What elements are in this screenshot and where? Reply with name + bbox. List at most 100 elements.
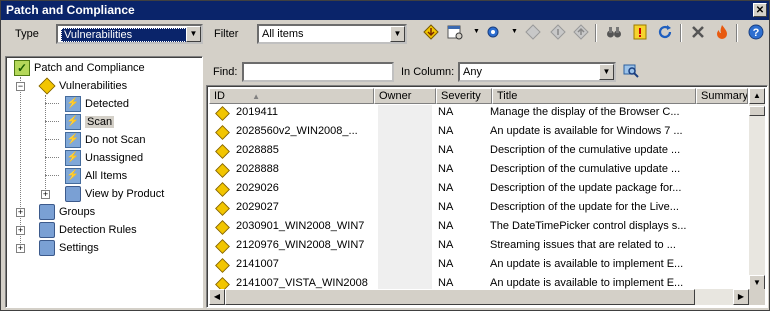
column-header-id[interactable]: ID ▲	[209, 88, 374, 104]
tree-item-groups[interactable]: Groups	[39, 203, 95, 221]
column-header-summary[interactable]: Summary	[696, 88, 748, 104]
expand-icon[interactable]: +	[16, 226, 25, 235]
tree-item-label: View by Product	[85, 188, 165, 200]
tree-item-settings[interactable]: Settings	[39, 239, 99, 257]
binoculars-icon[interactable]	[605, 23, 623, 41]
cell-id: 2029026	[236, 182, 279, 194]
tree-item-label: Detected	[85, 98, 130, 110]
cell-id: 2141007	[236, 258, 279, 270]
table-row[interactable]: 2030901_WIN2008_WIN7 NA The DateTimePick…	[209, 218, 748, 237]
groups-folder-icon	[39, 204, 55, 220]
tree-item-unassigned[interactable]: ⚡ Unassigned	[65, 149, 143, 167]
vulnerability-icon	[215, 125, 230, 140]
uninstall-icon[interactable]	[572, 23, 590, 41]
table-row[interactable]: 2029027 NA Description of the update for…	[209, 199, 748, 218]
sort-ascending-icon: ▲	[252, 92, 260, 101]
tree-item-all-items[interactable]: ⚡ All Items	[65, 167, 127, 185]
scroll-right-icon[interactable]: ▶	[733, 289, 749, 305]
tree-connector	[45, 103, 59, 104]
chevron-down-icon[interactable]: ▼	[390, 26, 405, 42]
chevron-down-icon[interactable]: ▼	[511, 28, 518, 35]
close-icon[interactable]: ✕	[753, 3, 767, 17]
cell-severity: NA	[438, 277, 454, 289]
rollback-icon[interactable]	[549, 23, 567, 41]
cell-severity: NA	[438, 163, 454, 175]
table-row[interactable]: 2028888 NA Description of the cumulative…	[209, 161, 748, 180]
filter-label: Filter	[214, 28, 239, 40]
delete-icon[interactable]	[689, 23, 707, 41]
vulnerability-icon	[215, 144, 230, 159]
in-column-label: In Column:	[401, 66, 455, 78]
window-title: Patch and Compliance	[6, 3, 135, 17]
chevron-down-icon[interactable]: ▼	[473, 28, 480, 35]
cell-title: Description of the cumulative update ...	[490, 144, 681, 156]
table-row[interactable]: 2141007 NA An update is available to imp…	[209, 256, 748, 275]
column-header-severity[interactable]: Severity	[436, 88, 492, 104]
cell-title: An update is available for Windows 7 ...	[490, 125, 683, 137]
find-label: Find:	[213, 66, 238, 78]
scroll-up-icon[interactable]: ▲	[749, 88, 765, 104]
tree-item-label: Scan	[85, 116, 115, 128]
find-input[interactable]	[242, 62, 394, 82]
cell-severity: NA	[438, 182, 454, 194]
in-column-select[interactable]: Any ▼	[458, 62, 616, 82]
scroll-left-icon[interactable]: ◀	[209, 289, 225, 305]
help-icon[interactable]: ?	[747, 23, 765, 41]
expand-icon[interactable]: +	[41, 190, 50, 199]
filter-select[interactable]: All items ▼	[257, 24, 407, 44]
table-row[interactable]: 2029026 NA Description of the update pac…	[209, 180, 748, 199]
download-icon[interactable]	[422, 23, 440, 41]
chevron-down-icon[interactable]: ▼	[599, 64, 614, 80]
column-header-title[interactable]: Title	[492, 88, 696, 104]
schedule-icon[interactable]	[446, 23, 464, 41]
tree-item-root[interactable]: ✓ Patch and Compliance	[14, 59, 145, 77]
in-column-value: Any	[463, 66, 482, 78]
cell-title: Streaming issues that are related to ...	[490, 239, 676, 251]
type-select-value: Vulnerabilities	[61, 28, 187, 42]
table-row[interactable]: 2019411 NA Manage the display of the Bro…	[209, 104, 748, 123]
horizontal-scrollbar[interactable]: ◀ ▶	[209, 289, 749, 305]
table-row[interactable]: 2028885 NA Description of the cumulative…	[209, 142, 748, 161]
cell-severity: NA	[438, 220, 454, 232]
cell-id: 2141007_VISTA_WIN2008	[236, 277, 368, 289]
tree-item-detected[interactable]: ⚡ Detected	[65, 95, 129, 113]
column-header-owner[interactable]: Owner	[374, 88, 436, 104]
cell-title: An update is available to implement E...	[490, 258, 684, 270]
tree-item-do-not-scan[interactable]: ⚡ Do not Scan	[65, 131, 146, 149]
expand-icon[interactable]: +	[16, 244, 25, 253]
scan-folder-icon: ⚡	[65, 114, 81, 130]
column-header-label: ID	[214, 90, 225, 102]
vulnerability-grid: ID ▲ Owner Severity Title Summary 201941…	[206, 85, 768, 308]
collapse-icon[interactable]: −	[16, 82, 25, 91]
vertical-scrollbar[interactable]: ▲ ▼	[749, 88, 765, 291]
scroll-thumb[interactable]	[749, 106, 765, 116]
cell-id: 2029027	[236, 201, 279, 213]
vulnerability-icon	[215, 182, 230, 197]
tree-item-detection-rules[interactable]: Detection Rules	[39, 221, 137, 239]
search-icon[interactable]	[622, 62, 640, 80]
type-select[interactable]: Vulnerabilities ▼	[56, 24, 203, 44]
table-row[interactable]: 2120976_WIN2008_WIN7 NA Streaming issues…	[209, 237, 748, 256]
refresh-icon[interactable]	[656, 23, 674, 41]
tree-connector	[45, 121, 59, 122]
toolbar-separator	[736, 24, 738, 42]
repair-icon[interactable]	[524, 23, 542, 41]
tree-item-label: Vulnerabilities	[59, 80, 128, 92]
purge-icon[interactable]	[713, 23, 731, 41]
table-row[interactable]: 2028560v2_WIN2008_... NA An update is av…	[209, 123, 748, 142]
alert-icon[interactable]	[631, 23, 649, 41]
cell-id: 2019411	[236, 106, 279, 118]
tree-connector	[45, 175, 59, 176]
scroll-thumb[interactable]	[225, 289, 695, 305]
gear-icon[interactable]	[484, 23, 502, 41]
tree-item-scan[interactable]: ⚡ Scan	[65, 113, 115, 131]
tree-item-vulnerabilities[interactable]: Vulnerabilities	[38, 77, 128, 95]
tree-item-label: Groups	[59, 206, 96, 218]
tree-item-label: Settings	[59, 242, 99, 254]
expand-icon[interactable]: +	[16, 208, 25, 217]
chevron-down-icon[interactable]: ▼	[186, 26, 201, 42]
tree-item-view-by-product[interactable]: View by Product	[65, 185, 164, 203]
cell-title: Description of the cumulative update ...	[490, 163, 681, 175]
cell-severity: NA	[438, 144, 454, 156]
product-folder-icon	[65, 186, 81, 202]
